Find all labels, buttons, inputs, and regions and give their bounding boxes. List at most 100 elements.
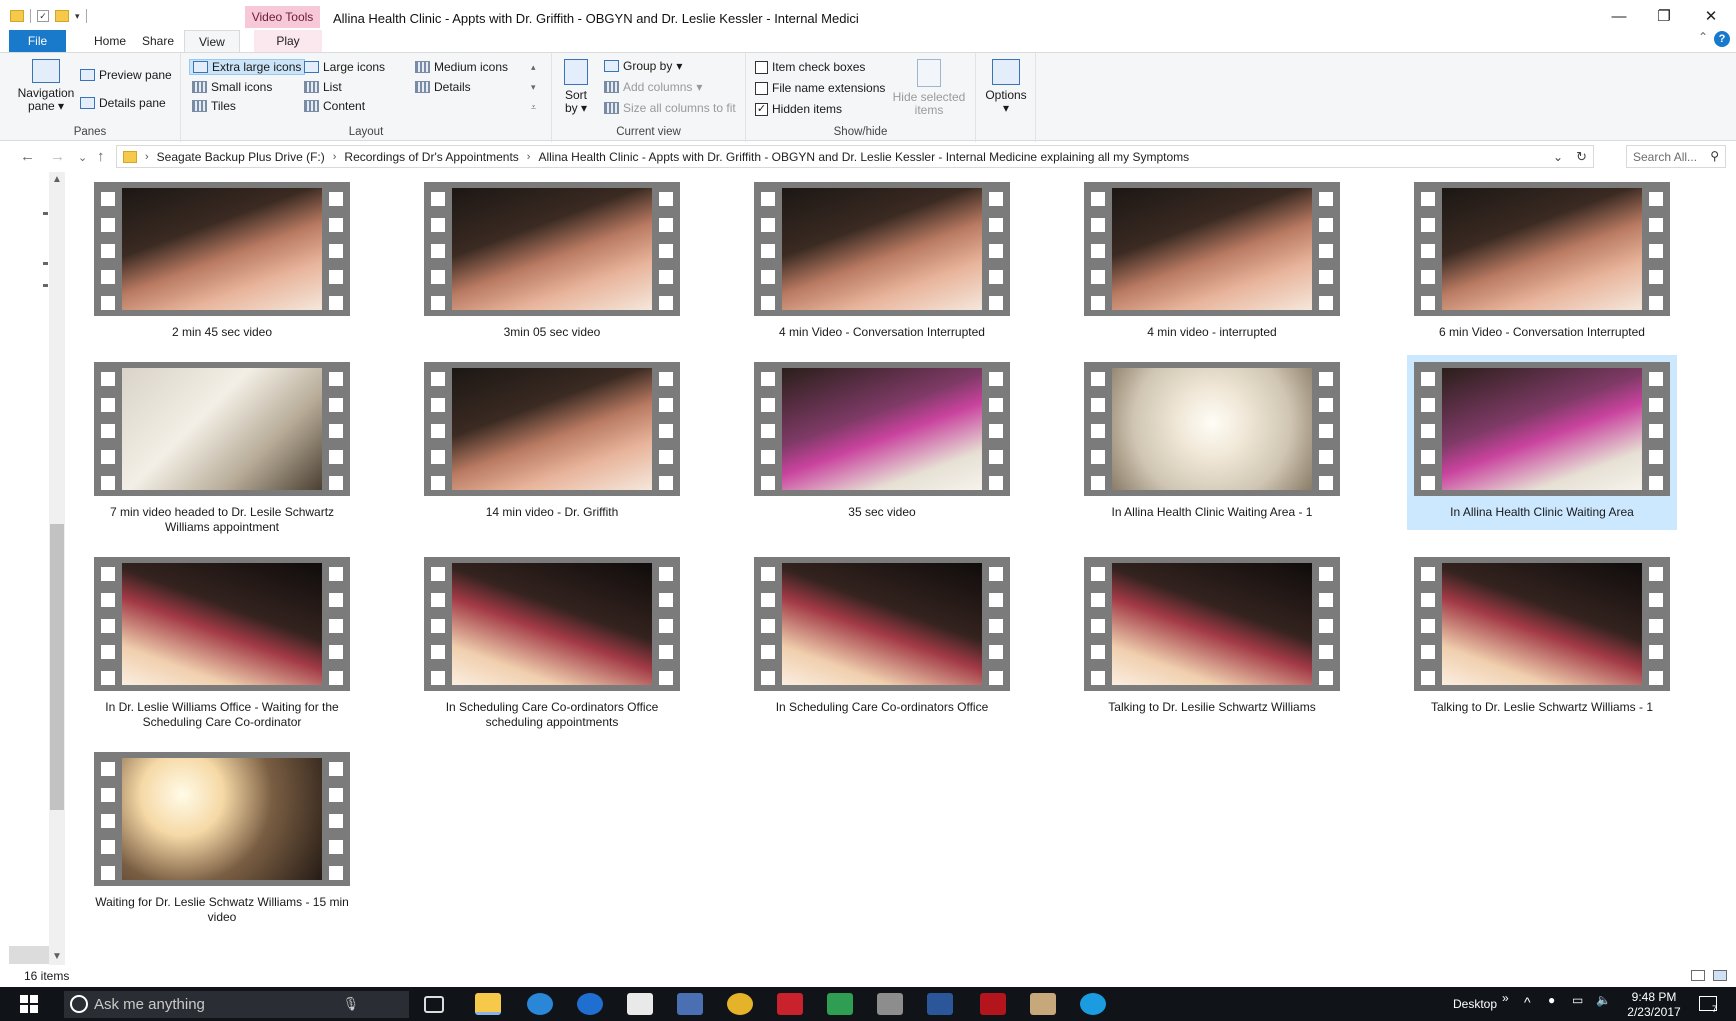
small-icons-option[interactable]: Small icons bbox=[192, 80, 272, 94]
file-tile[interactable]: Waiting for Dr. Leslie Schwatz Williams … bbox=[87, 745, 357, 935]
tab-file[interactable]: File bbox=[9, 30, 66, 52]
file-tile[interactable]: Talking to Dr. Lesilie Schwartz Williams bbox=[1077, 550, 1347, 725]
size-all-columns-button[interactable]: Size all columns to fit bbox=[604, 101, 736, 115]
skype-icon[interactable] bbox=[1080, 993, 1106, 1015]
desktop-toolbar-label[interactable]: Desktop bbox=[1453, 997, 1497, 1011]
show-hidden-icons-icon[interactable]: ^ bbox=[1524, 994, 1531, 1010]
word-icon[interactable] bbox=[927, 993, 953, 1015]
up-arrow-icon[interactable]: ↑ bbox=[97, 148, 105, 165]
breadcrumb-drive[interactable]: Seagate Backup Plus Drive (F:) bbox=[157, 150, 325, 164]
properties-icon[interactable]: ✓ bbox=[37, 10, 49, 22]
file-tile[interactable]: In Scheduling Care Co-ordinators Office bbox=[747, 550, 1017, 725]
medium-icons-option[interactable]: Medium icons bbox=[415, 60, 508, 74]
file-name-extensions-checkbox[interactable] bbox=[755, 81, 768, 95]
file-tile[interactable]: 2 min 45 sec video bbox=[87, 175, 357, 350]
address-dropdown-icon[interactable]: ⌄ bbox=[1553, 150, 1563, 164]
forward-arrow-icon[interactable]: → bbox=[50, 148, 65, 165]
file-tile[interactable]: Talking to Dr. Leslie Schwartz Williams … bbox=[1407, 550, 1677, 725]
chevron-right-icon[interactable]: › bbox=[527, 151, 531, 163]
navigation-pane-button[interactable]: Navigation pane ▾ bbox=[12, 59, 80, 113]
help-icon[interactable]: ? bbox=[1714, 31, 1730, 47]
task-view-icon[interactable] bbox=[424, 996, 444, 1013]
close-button[interactable]: ✕ bbox=[1688, 6, 1734, 28]
breadcrumb-current-folder[interactable]: Allina Health Clinic - Appts with Dr. Gr… bbox=[538, 150, 1189, 164]
store-icon[interactable] bbox=[627, 993, 653, 1015]
recent-locations-icon[interactable]: ⌄ bbox=[78, 151, 87, 164]
folder-icon[interactable] bbox=[10, 10, 24, 22]
group-by-button[interactable]: Group by ▾ bbox=[604, 59, 682, 73]
search-input[interactable]: Search All... ⚲ bbox=[1626, 145, 1726, 168]
sort-by-button[interactable]: Sort by ▾ bbox=[560, 59, 592, 115]
file-name-extensions-toggle[interactable]: File name extensions bbox=[755, 81, 885, 95]
app-icon[interactable] bbox=[677, 993, 703, 1015]
windows-start-icon[interactable] bbox=[20, 995, 38, 1013]
file-tile[interactable]: 6 min Video - Conversation Interrupted bbox=[1407, 175, 1677, 350]
chevron-right-icon[interactable]: › bbox=[145, 151, 149, 163]
add-columns-button[interactable]: Add columns ▾ bbox=[604, 80, 702, 94]
google-drive-icon[interactable] bbox=[827, 993, 853, 1015]
hide-selected-items-button[interactable]: Hide selected items bbox=[891, 59, 967, 117]
breadcrumb-recordings[interactable]: Recordings of Dr's Appointments bbox=[344, 150, 518, 164]
details-pane-button[interactable]: Details pane bbox=[80, 96, 166, 110]
file-tile[interactable]: 7 min video headed to Dr. Lesile Schwart… bbox=[87, 355, 357, 545]
file-tile[interactable]: In Allina Health Clinic Waiting Area - 1 bbox=[1077, 355, 1347, 530]
file-tile[interactable]: 4 min video - interrupted bbox=[1077, 175, 1347, 350]
list-option[interactable]: List bbox=[304, 80, 342, 94]
file-tile[interactable]: 4 min Video - Conversation Interrupted bbox=[747, 175, 1017, 350]
file-tile[interactable]: In Allina Health Clinic Waiting Area bbox=[1407, 355, 1677, 530]
item-check-boxes-checkbox[interactable] bbox=[755, 60, 768, 74]
scroll-down-icon[interactable]: ▼ bbox=[49, 949, 65, 965]
new-folder-icon[interactable] bbox=[55, 10, 69, 22]
tray-app-icon[interactable]: ● bbox=[1548, 993, 1555, 1007]
scrollbar-thumb[interactable] bbox=[50, 524, 64, 810]
hidden-items-toggle[interactable]: ✓ Hidden items bbox=[755, 102, 842, 116]
cortana-search-box[interactable]: Ask me anything 🎙 bbox=[64, 991, 409, 1018]
file-tile[interactable]: 35 sec video bbox=[747, 355, 1017, 530]
quicken-icon[interactable] bbox=[777, 993, 803, 1015]
acrobat-icon[interactable] bbox=[980, 993, 1006, 1015]
item-check-boxes-toggle[interactable]: Item check boxes bbox=[755, 60, 865, 74]
internet-explorer-icon[interactable] bbox=[527, 993, 553, 1015]
scroll-up-icon[interactable]: ▲ bbox=[49, 172, 65, 188]
desktop-expand-icon[interactable]: » bbox=[1502, 991, 1509, 1005]
network-icon[interactable]: ▭ bbox=[1572, 993, 1583, 1007]
video-tools-context-tab[interactable]: Video Tools bbox=[245, 6, 320, 28]
app-icon[interactable] bbox=[877, 993, 903, 1015]
file-tile[interactable]: 14 min video - Dr. Griffith bbox=[417, 355, 687, 530]
file-tile[interactable]: 3min 05 sec video bbox=[417, 175, 687, 350]
back-arrow-icon[interactable]: ← bbox=[20, 148, 35, 165]
tab-view[interactable]: View bbox=[184, 30, 240, 52]
options-button[interactable]: Options ▾ bbox=[982, 59, 1030, 115]
extra-large-icons-option[interactable]: Extra large icons bbox=[189, 59, 306, 75]
film-strip-icon bbox=[989, 619, 1003, 633]
tiles-option[interactable]: Tiles bbox=[192, 99, 236, 113]
details-option[interactable]: Details bbox=[415, 80, 471, 94]
content-option[interactable]: Content bbox=[304, 99, 365, 113]
customize-toolbar-icon[interactable]: ▾ bbox=[75, 11, 80, 22]
volume-icon[interactable]: 🔈 bbox=[1596, 993, 1611, 1007]
refresh-icon[interactable]: ↻ bbox=[1576, 149, 1587, 165]
details-view-icon[interactable] bbox=[1691, 970, 1705, 981]
preview-pane-button[interactable]: Preview pane bbox=[80, 68, 172, 82]
file-tile[interactable]: In Dr. Leslie Williams Office - Waiting … bbox=[87, 550, 357, 740]
system-clock[interactable]: 9:48 PM 2/23/2017 bbox=[1624, 990, 1684, 1020]
hidden-items-checkbox[interactable]: ✓ bbox=[755, 102, 768, 116]
layout-scroll-arrows[interactable]: ▴ ▾ ⩡ bbox=[531, 57, 536, 117]
large-icons-view-icon[interactable] bbox=[1713, 970, 1727, 981]
file-explorer-icon[interactable] bbox=[475, 993, 501, 1015]
file-tile[interactable]: In Scheduling Care Co-ordinators Office … bbox=[417, 550, 687, 740]
collapse-ribbon-icon[interactable]: ⌃ bbox=[1698, 30, 1708, 44]
microphone-icon[interactable]: 🎙 bbox=[342, 996, 359, 1012]
tab-play[interactable]: Play bbox=[254, 30, 322, 52]
address-bar[interactable]: › Seagate Backup Plus Drive (F:) › Recor… bbox=[116, 145, 1594, 168]
restore-button[interactable]: ❐ bbox=[1641, 6, 1687, 28]
large-icons-option[interactable]: Large icons bbox=[304, 60, 385, 74]
navigation-pane[interactable] bbox=[0, 172, 48, 947]
minimize-button[interactable]: — bbox=[1596, 6, 1642, 28]
navigation-scrollbar[interactable]: ▲ ▼ bbox=[49, 172, 65, 965]
chrome-icon[interactable] bbox=[727, 993, 753, 1015]
chevron-right-icon[interactable]: › bbox=[333, 151, 337, 163]
paint-icon[interactable] bbox=[1030, 993, 1056, 1015]
edge-icon[interactable] bbox=[577, 993, 603, 1015]
tab-share[interactable]: Share bbox=[128, 30, 188, 52]
